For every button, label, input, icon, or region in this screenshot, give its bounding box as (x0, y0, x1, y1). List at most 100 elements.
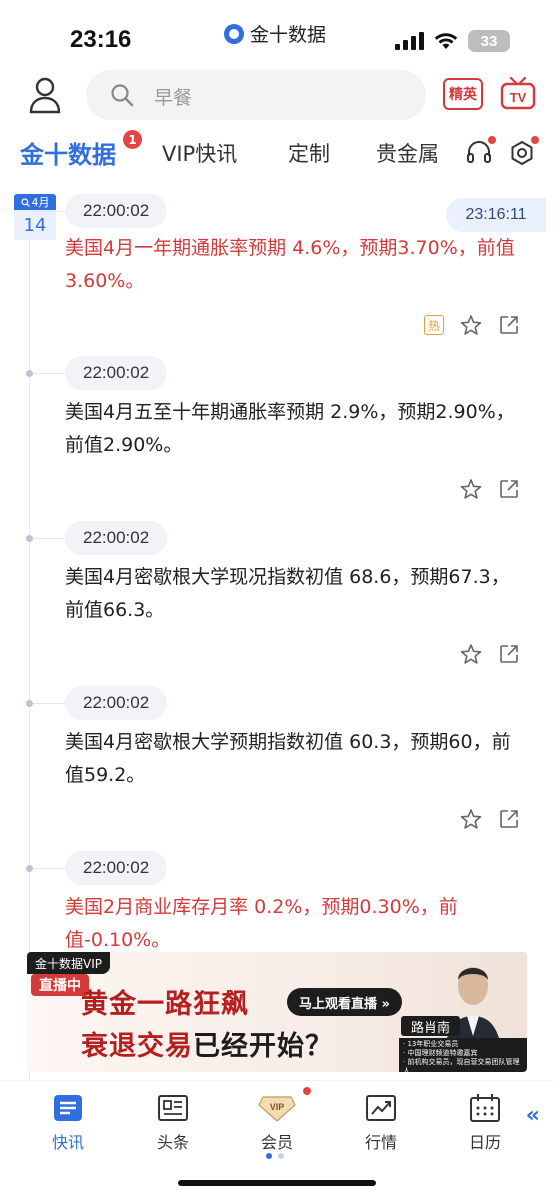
share-icon[interactable] (498, 808, 520, 830)
battery-indicator: 33 (468, 30, 510, 52)
cellular-signal-icon (395, 32, 424, 50)
host-desc-line: · 前机构交易员，现自营交易团队管理人 (403, 1058, 520, 1072)
live-stream-ad-banner[interactable]: 金十数据VIP 直播中 黄金一路狂飙 衰退交易已经开始？ 马上观看直播 » 路肖… (27, 952, 527, 1072)
nav-label: 会员 (260, 1133, 293, 1152)
search-header: 早餐 精英 TV (0, 68, 554, 124)
timeline-dot (26, 865, 33, 872)
current-time-pill: 23:16:11 (446, 198, 546, 232)
svg-text:VIP: VIP (270, 1102, 285, 1112)
news-actions (460, 643, 520, 665)
nav-label: 快讯 (51, 1133, 84, 1152)
star-icon[interactable] (460, 808, 482, 830)
news-actions (460, 808, 520, 830)
star-icon[interactable] (460, 314, 482, 336)
headlines-icon (158, 1095, 188, 1121)
ad-brand-label: 金十数据VIP (27, 952, 110, 974)
nav-headlines[interactable]: 头条 (133, 1093, 213, 1153)
timeline-connector (33, 703, 65, 704)
star-icon[interactable] (460, 478, 482, 500)
nav-label: 行情 (364, 1133, 397, 1152)
timeline-dot (26, 700, 33, 707)
status-icons: 33 (395, 30, 510, 52)
date-month-label: 4月 (31, 196, 50, 209)
search-icon (111, 84, 134, 107)
news-actions: 热 (424, 314, 520, 336)
status-app-name: 金十数据 (250, 24, 327, 46)
ad-headline-2: 衰退交易已经开始？ (81, 1024, 333, 1063)
page-dot (278, 1153, 284, 1159)
tab-precious-metals[interactable]: 贵金属 (376, 138, 439, 168)
headset-icon[interactable] (466, 140, 492, 166)
nav-calendar[interactable]: 日历 (445, 1093, 525, 1153)
status-time: 23:16 (70, 26, 132, 53)
date-badge[interactable]: 4月 14 (14, 194, 56, 244)
news-time: 22:00:02 (65, 686, 168, 720)
search-input[interactable]: 早餐 (86, 70, 426, 120)
page-dot-active (266, 1153, 272, 1159)
share-icon[interactable] (498, 478, 520, 500)
elite-button[interactable]: 精英 (443, 78, 483, 110)
news-time: 22:00:02 (65, 356, 168, 390)
news-feed[interactable]: 4月 14 23:16:11 22:00:02 美国4月一年期通胀率预期 4.6… (0, 180, 554, 1080)
timeline-dot (26, 370, 33, 377)
collapse-chevron-icon[interactable]: « (526, 1103, 540, 1128)
host-name: 路肖南 (401, 1016, 461, 1036)
tv-icon: TV (500, 76, 536, 110)
ad-headline-2-rest: 已经开始？ (193, 1031, 333, 1062)
market-trend-icon (366, 1095, 396, 1121)
app-logo-icon (224, 23, 244, 44)
timeline-connector (33, 373, 65, 374)
date-day: 14 (14, 210, 56, 240)
search-placeholder: 早餐 (154, 87, 193, 109)
nav-label: 日历 (468, 1133, 501, 1152)
profile-icon[interactable] (28, 76, 62, 114)
news-time: 22:00:02 (65, 521, 168, 555)
flash-news-icon (54, 1095, 82, 1121)
host-desc-line: · 13年职业交易员 (403, 1040, 459, 1048)
ad-headline-1: 黄金一路狂飙 (81, 989, 249, 1020)
nav-flash-news[interactable]: 快讯 (28, 1093, 108, 1153)
host-description: · 13年职业交易员 · 中国理财频道特邀嘉宾 · 前机构交易员，现自营交易团队… (399, 1038, 527, 1072)
home-indicator (178, 1180, 376, 1186)
calendar-icon (470, 1094, 500, 1122)
tab-vip-flash[interactable]: VIP快讯 (162, 138, 237, 168)
search-small-icon (20, 197, 30, 207)
news-text: 美国4月一年期通胀率预期 4.6%，预期3.70%，前值3.60%。 (65, 237, 515, 292)
share-icon[interactable] (498, 314, 520, 336)
nav-market[interactable]: 行情 (341, 1093, 421, 1153)
wifi-icon (434, 33, 458, 49)
host-desc-line: · 中国理财频道特邀嘉宾 (403, 1049, 478, 1057)
news-time: 22:00:02 (65, 851, 168, 885)
star-icon[interactable] (460, 643, 482, 665)
tv-button[interactable]: TV (500, 76, 536, 110)
settings-notification-dot (531, 136, 539, 144)
tab-custom[interactable]: 定制 (288, 138, 330, 168)
status-bar: 23:16 金十数据 33 (0, 0, 554, 64)
news-text: 美国4月密歇根大学现况指数初值 68.6，预期67.3，前值66.3。 (65, 566, 510, 621)
timeline-connector (33, 211, 65, 212)
timeline-connector (33, 538, 65, 539)
headset-notification-dot (488, 136, 496, 144)
page-indicator (266, 1153, 284, 1159)
vip-diamond-icon: VIP (258, 1096, 296, 1122)
news-text: 美国4月五至十年期通胀率预期 2.9%，预期2.90%，前值2.90%。 (65, 401, 515, 456)
news-actions (460, 478, 520, 500)
date-month: 4月 (14, 194, 56, 210)
channel-tabs: 金十数据 1 VIP快讯 定制 贵金属 (0, 128, 554, 178)
settings-icon[interactable] (509, 140, 535, 166)
hot-tag: 热 (424, 315, 444, 335)
share-icon[interactable] (498, 643, 520, 665)
nav-label: 头条 (156, 1133, 189, 1152)
timeline-connector (33, 868, 65, 869)
nav-membership[interactable]: VIP 会员 (237, 1093, 317, 1153)
news-time: 22:00:02 (65, 194, 168, 228)
tab-badge: 1 (123, 130, 142, 149)
tv-label: TV (510, 90, 527, 105)
tab-jinshi-data[interactable]: 金十数据 (20, 135, 116, 170)
membership-notification-dot (303, 1087, 311, 1095)
ad-headline-2-accent: 衰退交易 (81, 1031, 193, 1062)
status-app-indicator: 金十数据 (224, 20, 326, 47)
news-text: 美国4月密歇根大学预期指数初值 60.3，预期60，前值59.2。 (65, 731, 511, 786)
watch-live-button[interactable]: 马上观看直播 » (287, 988, 402, 1016)
news-text: 美国2月商业库存月率 0.2%，预期0.30%，前值-0.10%。 (65, 896, 458, 951)
